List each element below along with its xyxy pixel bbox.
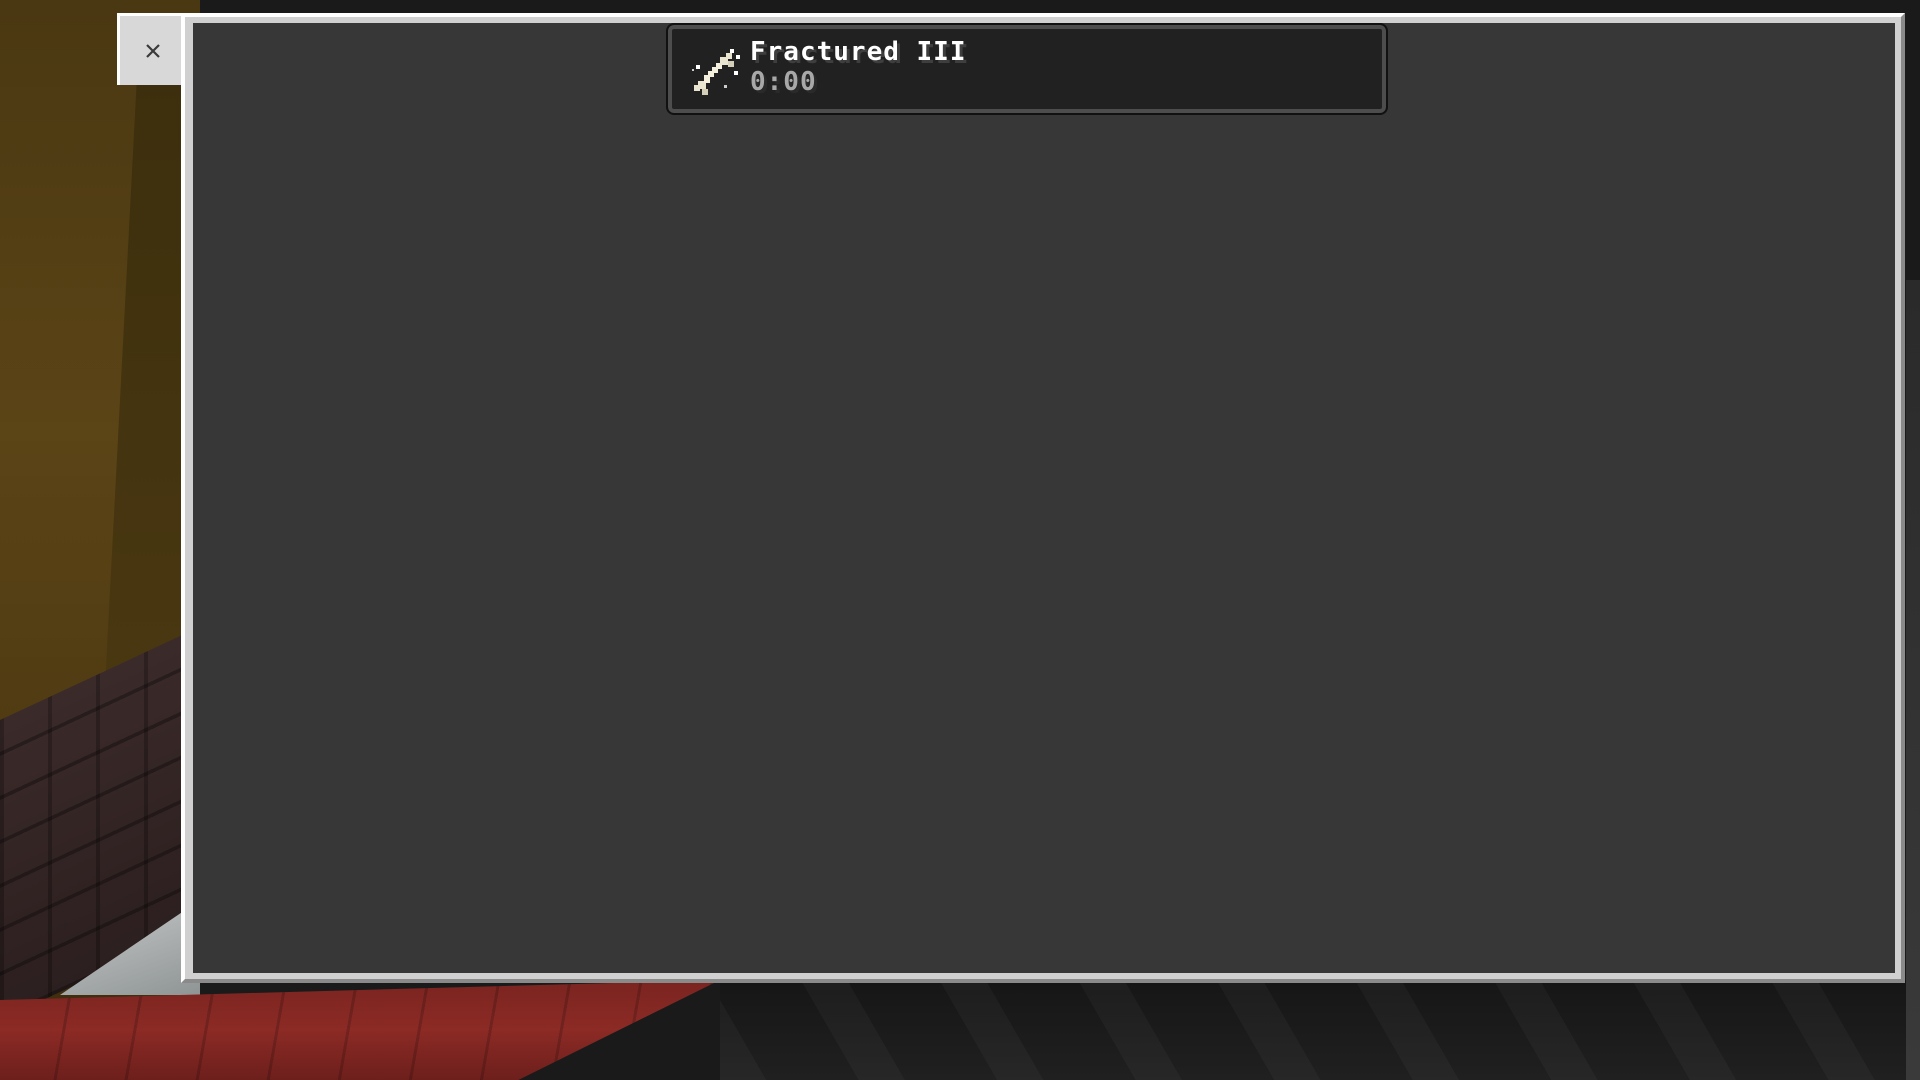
effect-timer: 0:00 [750, 67, 817, 97]
effect-entry[interactable]: Fractured III 0:00 [666, 23, 1388, 115]
close-icon[interactable] [144, 42, 162, 60]
effects-window [181, 13, 1905, 983]
game-scene: Fractured III 0:00 [0, 0, 1920, 1080]
close-button[interactable] [117, 13, 185, 85]
effect-name: Fractured III [750, 37, 967, 67]
bone-icon [692, 49, 740, 95]
background-edge [1906, 280, 1920, 1080]
effects-panel [193, 23, 1895, 973]
background-floor-dark [720, 980, 1920, 1080]
